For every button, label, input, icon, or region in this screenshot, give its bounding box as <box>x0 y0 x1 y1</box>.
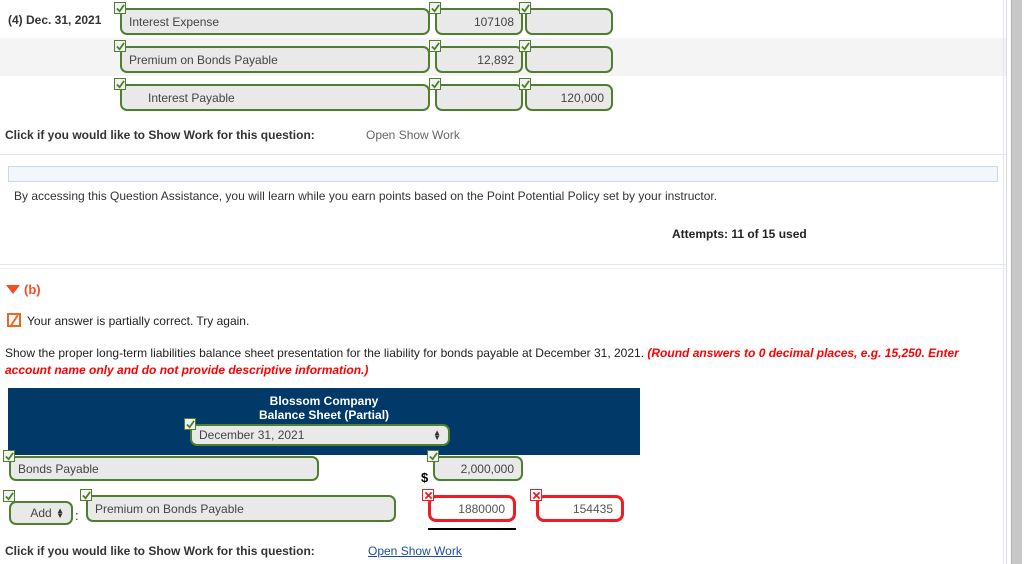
prompt-plain-text: Show the proper long-term liabilities ba… <box>5 346 648 360</box>
content-right-divider <box>1006 0 1007 564</box>
attempts-counter: Attempts: 11 of 15 used <box>672 227 807 241</box>
question-assistance-bar[interactable] <box>8 166 998 182</box>
status-ok-icon <box>519 78 531 90</box>
total-underline <box>428 528 516 530</box>
company-name: Blossom Company <box>269 394 379 408</box>
pane-edge <box>1003 0 1004 564</box>
section-label-b: (b) <box>24 282 41 297</box>
journal-credit-input[interactable]: 120,000 <box>525 84 613 111</box>
status-ok-icon <box>3 490 15 502</box>
assistance-text: By accessing this Question Assistance, y… <box>14 189 718 203</box>
spinner-arrows-icon: ▲ ▼ <box>56 506 64 520</box>
status-ok-icon <box>427 450 439 462</box>
status-ok-icon <box>3 450 15 462</box>
open-show-work-link-top[interactable]: Open Show Work <box>366 128 460 142</box>
spinner-arrows-icon: ▲ ▼ <box>433 428 441 442</box>
journal-account-input[interactable]: Interest Payable <box>120 84 430 111</box>
show-work-label-top: Click if you would like to Show Work for… <box>5 128 315 142</box>
divider <box>0 264 1006 265</box>
journal-row: Interest Payable 120,000 <box>0 76 1006 114</box>
journal-debit-input[interactable]: 107108 <box>435 8 523 35</box>
divider <box>0 268 1006 269</box>
journal-debit-input[interactable]: 12,892 <box>435 46 523 73</box>
journal-row: (4) Dec. 31, 2021 Interest Expense 10710… <box>0 0 1006 38</box>
divider <box>0 154 1006 155</box>
question-prompt: Show the proper long-term liabilities ba… <box>5 345 990 379</box>
statement-title: Balance Sheet (Partial) <box>258 408 390 422</box>
partially-correct-icon <box>7 313 21 328</box>
status-ok-icon <box>429 2 441 14</box>
journal-row: Premium on Bonds Payable 12,892 <box>0 38 1006 76</box>
open-show-work-link-bottom[interactable]: Open Show Work <box>368 544 462 558</box>
status-ok-icon <box>114 2 126 14</box>
journal-account-input[interactable]: Premium on Bonds Payable <box>120 46 430 73</box>
question-page: (4) Dec. 31, 2021 Interest Expense 10710… <box>0 0 1024 564</box>
status-ok-icon <box>429 40 441 52</box>
bs-amount-input-1[interactable]: 2,000,000 <box>433 456 523 481</box>
bs-amount-input-2[interactable]: 1880000 <box>428 495 516 522</box>
bs-amount-input-3[interactable]: 154435 <box>536 495 624 522</box>
status-ok-icon <box>80 489 92 501</box>
journal-date-ref: (4) Dec. 31, 2021 <box>8 13 102 27</box>
status-ok-icon <box>519 2 531 14</box>
status-error-icon <box>530 489 542 501</box>
status-ok-icon <box>114 78 126 90</box>
bs-account-input-1[interactable]: Bonds Payable <box>9 456 319 481</box>
journal-credit-input[interactable] <box>525 8 613 35</box>
separator-colon: : <box>75 508 79 523</box>
journal-debit-input[interactable] <box>435 84 523 111</box>
status-error-icon <box>422 489 434 501</box>
status-ok-icon <box>519 40 531 52</box>
bs-prefix-select[interactable]: Add ▲ ▼ <box>9 501 73 525</box>
status-ok-icon <box>429 78 441 90</box>
currency-symbol: $ <box>421 470 429 485</box>
journal-credit-input[interactable] <box>525 46 613 73</box>
bs-account-input-2[interactable]: Premium on Bonds Payable <box>86 495 396 522</box>
balance-sheet-date-select[interactable]: December 31, 2021 ▲ ▼ <box>190 424 450 446</box>
collapse-triangle-icon[interactable] <box>6 285 20 294</box>
feedback-text: Your answer is partially correct. Try ag… <box>27 314 250 328</box>
status-ok-icon <box>114 40 126 52</box>
show-work-label-bottom: Click if you would like to Show Work for… <box>5 544 315 558</box>
status-ok-icon <box>184 418 196 430</box>
journal-account-input[interactable]: Interest Expense <box>120 8 430 35</box>
